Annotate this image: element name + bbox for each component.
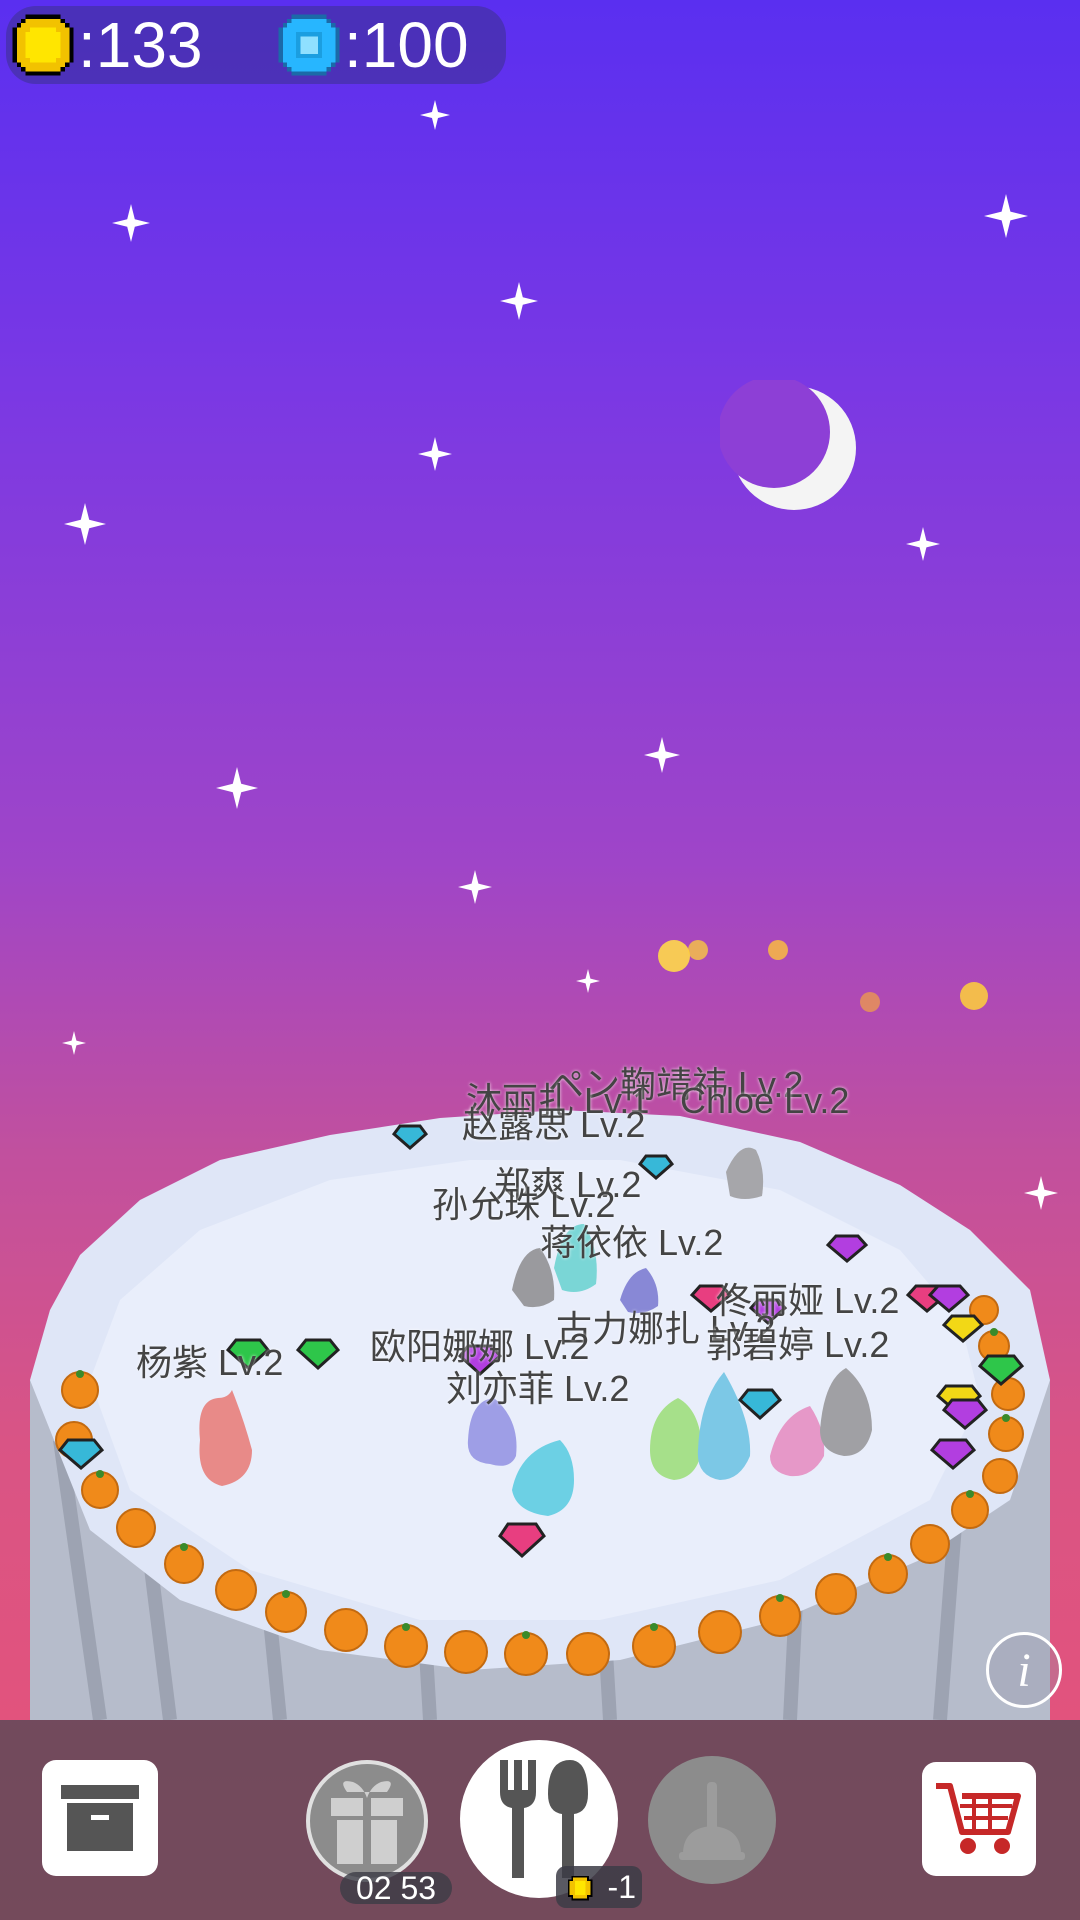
star-icon (500, 282, 538, 320)
fork-spoon-icon (500, 1760, 588, 1878)
star-icon (644, 737, 680, 773)
feed-cost-badge: -1 (556, 1866, 642, 1908)
gift-icon (331, 1781, 403, 1864)
coin-counter: :133 (8, 9, 203, 81)
creature-name-label: 杨紫 Lv.2 (136, 1342, 284, 1383)
plunger-icon (679, 1782, 745, 1860)
cart-icon (936, 1783, 1021, 1854)
shop-button[interactable] (922, 1762, 1036, 1876)
star-icon (112, 204, 150, 242)
clean-button[interactable] (648, 1756, 776, 1884)
moon-icon (720, 380, 856, 510)
gem-counter: :100 (274, 9, 469, 81)
star-icon (418, 437, 452, 471)
gem-count: :100 (344, 9, 469, 81)
star-icon (576, 969, 600, 993)
info-button[interactable]: i (986, 1632, 1062, 1708)
star-icon (64, 503, 106, 545)
star-icon (62, 1031, 86, 1055)
sparkle-particles (658, 940, 988, 1012)
gem-icon (278, 14, 340, 76)
star-icon (906, 527, 940, 561)
creature-name-label: 刘亦菲 Lv.2 (446, 1368, 630, 1409)
creature-name-label: 蒋依依 Lv.2 (540, 1222, 724, 1263)
gift-button[interactable] (306, 1760, 428, 1882)
currency-bar: :133 :100 (6, 6, 506, 84)
gift-timer: 02 53 (340, 1870, 452, 1906)
feed-cost: -1 (607, 1868, 636, 1905)
storage-button[interactable] (42, 1760, 158, 1876)
creature-name-label: 赵露思 Lv.2 (462, 1104, 646, 1145)
creature-name-label: Chloe Lv.2 (680, 1080, 850, 1121)
coin-icon (12, 14, 74, 76)
star-icon (420, 100, 450, 130)
star-icon (984, 194, 1028, 238)
star-icon (216, 767, 258, 809)
coin-count: :133 (78, 9, 203, 81)
star-icon (458, 870, 492, 904)
info-icon: i (1017, 1643, 1031, 1697)
archive-box-icon (61, 1785, 139, 1851)
coin-icon (567, 1875, 593, 1901)
creature-name-label: 郭碧婷 Lv.2 (706, 1324, 890, 1365)
